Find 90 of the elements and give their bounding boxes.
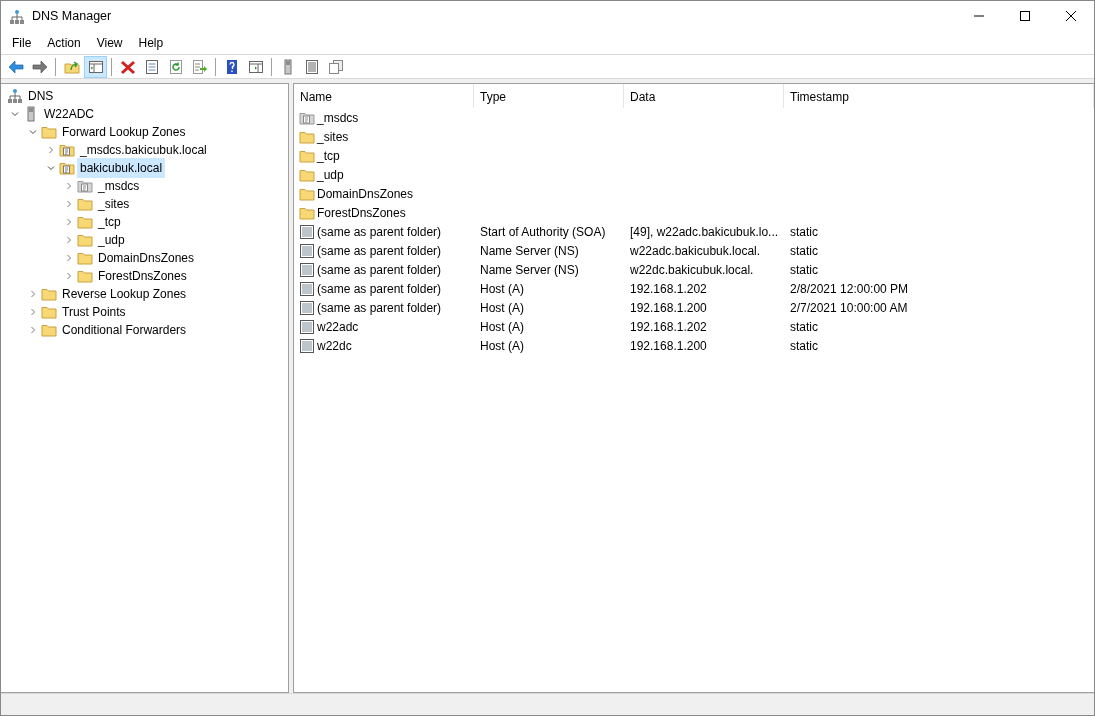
tree-item[interactable]: Reverse Lookup Zones [59,284,190,304]
table-cell: w22dc.bakicubuk.local. [630,262,754,277]
table-cell: static [790,319,818,334]
table-cell: 192.168.1.200 [630,338,707,353]
folder-icon [41,286,57,302]
menu-item[interactable]: Help [130,31,172,54]
tree-item[interactable]: _sites [95,194,133,214]
table-cell-text: DomainDnsZones [317,185,414,203]
folder-icon [41,124,57,140]
record-icon [299,299,315,316]
record-icon [299,223,315,240]
column-header[interactable]: Name [294,84,474,108]
table-cell: static [790,338,818,353]
menu-item[interactable]: File [4,31,40,54]
table-cell: static [790,224,818,239]
table-cell-text: (same as parent folder) [317,242,442,260]
folder-icon [77,232,93,248]
pane-icon [87,58,104,75]
table-cell-text: (same as parent folder) [317,223,442,241]
table-cell-text: (same as parent folder) [317,280,442,298]
folder-up-icon [63,58,80,75]
refresh-icon [167,58,184,75]
table-cell-text: ForestDnsZones [317,204,406,222]
tree-item[interactable]: _msdcs.bakicubuk.local [77,140,210,160]
table-cell-text: _msdcs [317,109,359,127]
tree-item[interactable]: _tcp [95,212,124,232]
table-cell: 192.168.1.202 [630,281,707,296]
copy-icon [327,58,344,75]
table-cell: 192.168.1.202 [630,319,707,334]
table-cell: Host (A) [480,319,524,334]
tree-item[interactable]: Trust Points [59,302,129,322]
folder-icon [41,322,57,338]
table-cell: [49], w22adc.bakicubuk.lo... [630,224,779,239]
zone-icon [59,142,75,158]
table-cell: static [790,243,818,258]
table-cell-text: w22adc [317,318,359,336]
record-icon [299,242,315,259]
record-icon [299,337,315,354]
folder-icon [41,304,57,320]
export-icon [191,58,208,75]
app-icon [9,8,25,25]
tree-item[interactable]: ForestDnsZones [95,266,190,286]
tree-item[interactable]: W22ADC [41,104,97,124]
table-cell: 2/7/2021 10:00:00 AM [790,300,908,315]
table-cell-text: _tcp [317,147,340,165]
menu-item[interactable]: View [88,31,131,54]
column-header[interactable]: Data [624,84,784,108]
folder-icon [77,250,93,266]
table-cell: 192.168.1.200 [630,300,707,315]
tree-item[interactable]: _msdcs [95,176,143,196]
table-cell: Host (A) [480,338,524,353]
table-cell: Host (A) [480,300,524,315]
pane-icon [247,58,264,75]
tree-item[interactable]: DomainDnsZones [95,248,198,268]
tree-item[interactable]: _udp [95,230,128,250]
column-header[interactable]: Timestamp [784,84,1094,108]
back-arrow-icon [7,58,24,75]
table-cell: static [790,262,818,277]
column-header[interactable]: Type [474,84,624,108]
window-title: DNS Manager [32,7,112,25]
table-cell-text: _udp [317,166,344,184]
table-cell-text: _sites [317,128,349,146]
table-cell: 2/8/2021 12:00:00 PM [790,281,909,296]
properties-icon [143,58,160,75]
table-cell: Start of Authority (SOA) [480,224,606,239]
network-icon [7,88,23,104]
table-cell: Name Server (NS) [480,262,579,277]
folder-icon [77,214,93,230]
table-cell-text: (same as parent folder) [317,299,442,317]
table-cell-text: (same as parent folder) [317,261,442,279]
menu-item[interactable]: Action [39,31,89,54]
table-cell: w22adc.bakicubuk.local. [630,243,761,258]
pane-button[interactable] [84,55,107,78]
tree-item[interactable]: Conditional Forwarders [59,320,190,340]
table-cell: Name Server (NS) [480,243,579,258]
zone-icon [59,160,75,176]
record-icon [299,318,315,335]
table-cell: Host (A) [480,281,524,296]
record-icon [299,261,315,278]
folder-icon [77,196,93,212]
forward-arrow-icon [31,58,48,75]
zone-icon [77,178,93,194]
delete-icon [119,58,136,75]
tree-item[interactable]: Forward Lookup Zones [59,122,189,142]
tree-item[interactable]: bakicubuk.local [77,158,166,178]
table-cell-text: w22dc [317,337,352,355]
record-icon [299,280,315,297]
folder-icon [77,268,93,284]
tree-item[interactable]: DNS [25,86,57,106]
list-icon [303,58,320,75]
